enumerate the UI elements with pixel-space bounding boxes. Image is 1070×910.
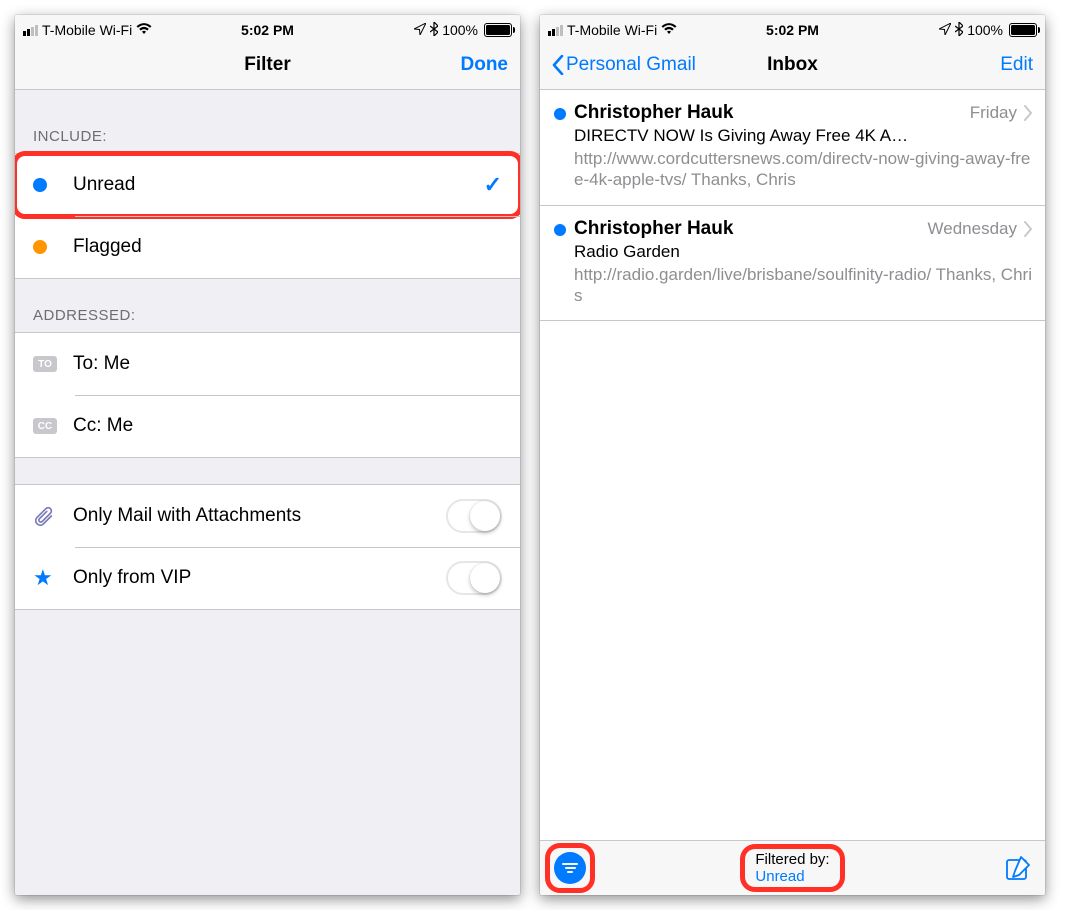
nav-bar: Personal Gmail Inbox Edit — [540, 41, 1045, 90]
signal-strength-icon — [548, 25, 563, 36]
filter-row-vip[interactable]: ★ Only from VIP — [15, 547, 520, 609]
paperclip-icon — [33, 504, 73, 528]
edit-button[interactable]: Edit — [1000, 54, 1033, 76]
cell-label: To: Me — [73, 353, 502, 375]
filtered-by-button[interactable]: Filtered by: Unread — [745, 849, 839, 888]
bottom-toolbar: Filtered by: Unread — [540, 840, 1045, 895]
location-icon — [414, 22, 426, 38]
message-subject: Radio Garden — [574, 242, 1033, 262]
back-label: Personal Gmail — [566, 54, 696, 76]
battery-icon — [1009, 23, 1037, 37]
message-row[interactable]: Christopher Hauk Wednesday Radio Garden … — [540, 206, 1045, 322]
message-subject: DIRECTV NOW Is Giving Away Free 4K A… — [574, 126, 1033, 146]
section-header-include: INCLUDE: — [15, 90, 520, 153]
message-sender: Christopher Hauk — [574, 102, 970, 124]
filtered-by-label: Filtered by: — [755, 851, 829, 868]
status-time: 5:02 PM — [711, 22, 874, 38]
battery-percentage: 100% — [442, 22, 478, 38]
status-bar: T-Mobile Wi-Fi 5:02 PM 100% — [15, 15, 520, 41]
wifi-icon — [661, 23, 677, 38]
star-icon: ★ — [33, 565, 53, 591]
done-button[interactable]: Done — [461, 54, 509, 76]
message-preview: http://www.cordcuttersnews.com/directv-n… — [574, 148, 1033, 191]
wifi-icon — [136, 23, 152, 38]
attachments-toggle[interactable] — [446, 499, 502, 533]
message-date: Friday — [970, 103, 1017, 123]
battery-icon — [484, 23, 512, 37]
message-list: Christopher Hauk Friday DIRECTV NOW Is G… — [540, 90, 1045, 840]
message-row[interactable]: Christopher Hauk Friday DIRECTV NOW Is G… — [540, 90, 1045, 206]
flagged-dot-icon — [33, 240, 47, 254]
message-date: Wednesday — [928, 219, 1017, 239]
phone-inbox-screen: T-Mobile Wi-Fi 5:02 PM 100% Personal Gma… — [540, 15, 1045, 895]
filter-row-attachments[interactable]: Only Mail with Attachments — [15, 485, 520, 547]
filter-row-unread[interactable]: Unread ✓ — [15, 154, 520, 216]
cell-label: Unread — [73, 174, 484, 196]
unread-dot-icon — [33, 178, 47, 192]
chevron-right-icon — [1023, 105, 1033, 121]
battery-percentage: 100% — [967, 22, 1003, 38]
carrier-label: T-Mobile Wi-Fi — [567, 22, 657, 38]
unread-indicator-icon — [554, 108, 566, 120]
bluetooth-icon — [430, 22, 438, 39]
cell-label: Only from VIP — [73, 567, 446, 589]
filter-row-to-me[interactable]: TO To: Me — [15, 333, 520, 395]
section-header-addressed: ADDRESSED: — [15, 279, 520, 332]
signal-strength-icon — [23, 25, 38, 36]
message-preview: http://radio.garden/live/brisbane/soulfi… — [574, 264, 1033, 307]
vip-toggle[interactable] — [446, 561, 502, 595]
filter-row-cc-me[interactable]: CC Cc: Me — [15, 395, 520, 457]
cell-label: Flagged — [73, 236, 502, 258]
to-badge-icon: TO — [33, 356, 57, 372]
nav-title: Filter — [15, 54, 520, 76]
unread-indicator-icon — [554, 224, 566, 236]
chevron-right-icon — [1023, 221, 1033, 237]
filtered-by-value: Unread — [755, 868, 829, 885]
message-sender: Christopher Hauk — [574, 218, 928, 240]
chevron-left-icon — [552, 55, 564, 75]
carrier-label: T-Mobile Wi-Fi — [42, 22, 132, 38]
status-bar: T-Mobile Wi-Fi 5:02 PM 100% — [540, 15, 1045, 41]
cell-label: Only Mail with Attachments — [73, 505, 446, 527]
nav-bar: Filter Done — [15, 41, 520, 90]
bluetooth-icon — [955, 22, 963, 39]
filter-row-flagged[interactable]: Flagged — [15, 216, 520, 278]
cell-label: Cc: Me — [73, 415, 502, 437]
location-icon — [939, 22, 951, 38]
checkmark-icon: ✓ — [484, 172, 502, 198]
phone-filter-screen: T-Mobile Wi-Fi 5:02 PM 100% Filter Done … — [15, 15, 520, 895]
cc-badge-icon: CC — [33, 418, 57, 434]
status-time: 5:02 PM — [186, 22, 349, 38]
back-button[interactable]: Personal Gmail — [552, 54, 696, 76]
